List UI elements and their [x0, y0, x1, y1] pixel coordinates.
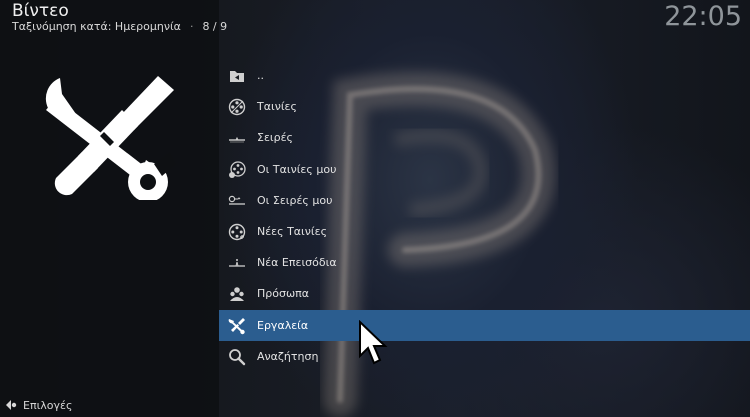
menu-item[interactable]: Πρόσωπα: [219, 278, 750, 309]
film-reel-icon: [228, 98, 246, 116]
tools-icon: [45, 76, 176, 200]
sort-info: Ταξινόμηση κατά: Ημερομηνία · 8 / 9: [12, 20, 227, 33]
options-label: Επιλογές: [23, 398, 73, 412]
menu-item-label: Νέες Ταινίες: [257, 225, 328, 239]
clock: 22:05: [664, 1, 742, 32]
options-icon: [6, 400, 17, 410]
menu-item-label: Οι Σειρές μου: [257, 193, 333, 207]
people-icon: [228, 285, 246, 303]
menu-item[interactable]: Ταινίες: [219, 91, 750, 122]
menu-list: .. Ταινίες Σειρές Οι Ταινίες μου Οι Σειρές μ…: [219, 60, 750, 372]
my-tvshows-icon: [228, 192, 246, 210]
menu-item[interactable]: Νέες Ταινίες: [219, 216, 750, 247]
left-panel: [0, 0, 219, 417]
new-movies-icon: [228, 223, 246, 241]
menu-item-label: Νέα Επεισόδια: [257, 256, 337, 270]
search-icon: [228, 348, 246, 366]
menu-item-label: ..: [257, 69, 264, 83]
menu-item[interactable]: Οι Ταινίες μου: [219, 154, 750, 185]
menu-item[interactable]: Εργαλεία: [219, 309, 750, 341]
menu-item[interactable]: Σειρές: [219, 122, 750, 153]
menu-item-label: Ταινίες: [257, 100, 297, 114]
menu-item-label: Αναζήτηση: [257, 349, 319, 363]
menu-item[interactable]: Αναζήτηση: [219, 341, 750, 372]
page-counter: 8 / 9: [202, 20, 228, 33]
menu-item[interactable]: Νέα Επεισόδια: [219, 247, 750, 278]
menu-item-label: Οι Ταινίες μου: [257, 162, 337, 176]
menu-item[interactable]: ..: [219, 60, 750, 91]
new-episodes-icon: [228, 254, 246, 272]
separator-dot: ·: [189, 20, 194, 33]
tv-series-icon: [228, 129, 246, 147]
mouse-cursor-icon: [359, 320, 388, 365]
menu-item-label: Σειρές: [257, 131, 294, 145]
tools-icon: [228, 317, 246, 335]
sort-label[interactable]: Ταξινόμηση κατά: Ημερομηνία: [12, 20, 181, 33]
page-title: Βίντεο: [12, 1, 69, 21]
my-movies-icon: [228, 160, 246, 179]
folder-back-icon: [228, 67, 246, 85]
options-button[interactable]: Επιλογές: [4, 398, 72, 412]
menu-item-label: Πρόσωπα: [257, 287, 310, 301]
menu-item[interactable]: Οι Σειρές μου: [219, 185, 750, 216]
menu-item-label: Εργαλεία: [257, 318, 309, 332]
